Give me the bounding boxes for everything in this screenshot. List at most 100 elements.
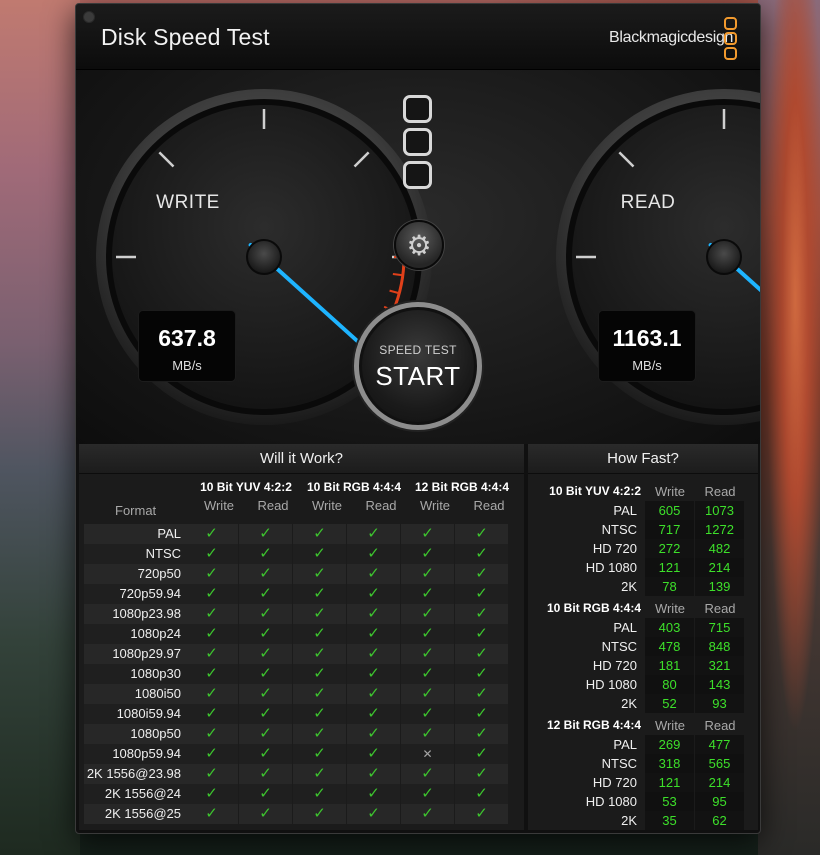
start-button[interactable]: SPEED TEST START: [354, 302, 482, 430]
check-icon: ✓: [401, 524, 454, 544]
check-icon: ✓: [293, 764, 346, 784]
start-button-label: START: [375, 361, 461, 391]
check-icon: ✓: [455, 744, 508, 764]
table-row: 1080i50 ✓ ✓ ✓ ✓ ✓ ✓: [84, 684, 513, 704]
write-fps: 121: [645, 558, 694, 577]
section-title: 10 Bit RGB 4:4:4: [546, 601, 641, 615]
check-icon: ✓: [401, 684, 454, 704]
read-fps: 214: [695, 773, 744, 792]
table-row: HD 720 181 321: [528, 656, 758, 675]
write-fps: 478: [645, 637, 694, 656]
check-icon: ✓: [293, 564, 346, 584]
check-icon: ✓: [347, 744, 400, 764]
check-icon: ✓: [293, 804, 346, 824]
table-row: 720p59.94 ✓ ✓ ✓ ✓ ✓ ✓: [84, 584, 513, 604]
check-icon: ✓: [185, 624, 238, 644]
app-window: Disk Speed Test Blackmagicdesign WRITE R…: [75, 3, 761, 834]
check-icon: ✓: [401, 644, 454, 664]
check-icon: ✓: [455, 544, 508, 564]
check-icon: ✓: [455, 804, 508, 824]
read-value: 1163.1: [612, 325, 682, 351]
check-icon: ✓: [239, 724, 292, 744]
check-icon: ✓: [401, 604, 454, 624]
read-hub: [706, 239, 742, 275]
check-icon: ✓: [185, 664, 238, 684]
check-icon: ✓: [455, 664, 508, 684]
format-label: 1080p50: [84, 724, 185, 744]
write-fps: 717: [645, 520, 694, 539]
write-gauge-label: WRITE: [156, 192, 220, 213]
desktop-wallpaper-left: [0, 0, 80, 855]
table-row: HD 720 272 482: [528, 539, 758, 558]
format-label: HD 1080: [585, 560, 637, 575]
format-label: 720p59.94: [84, 584, 185, 604]
check-icon: ✓: [347, 684, 400, 704]
check-icon: ✓: [293, 724, 346, 744]
table-row: 1080p30 ✓ ✓ ✓ ✓ ✓ ✓: [84, 664, 513, 684]
check-icon: ✓: [401, 544, 454, 564]
table-row: HD 1080 53 95: [528, 792, 758, 811]
check-icon: ✓: [347, 624, 400, 644]
read-fps: 143: [695, 675, 744, 694]
check-icon: ✓: [347, 564, 400, 584]
check-icon: ✓: [401, 624, 454, 644]
table-row: 1080p29.97 ✓ ✓ ✓ ✓ ✓ ✓: [84, 644, 513, 664]
check-icon: ✓: [455, 604, 508, 624]
format-label: 2K 1556@25: [84, 804, 185, 824]
section-header: 12 Bit RGB 4:4:4 Write Read: [414, 480, 510, 513]
check-icon: ✓: [185, 584, 238, 604]
check-icon: ✓: [239, 544, 292, 564]
read-column-header: Read: [704, 601, 736, 616]
format-label: NTSC: [601, 756, 637, 771]
format-label: NTSC: [84, 544, 185, 564]
drive-stack-icon: [403, 95, 433, 194]
check-icon: ✓: [185, 644, 238, 664]
write-column-header: Write: [654, 601, 686, 616]
check-icon: ✓: [185, 744, 238, 764]
read-fps: 1073: [695, 501, 744, 520]
read-fps: 321: [695, 656, 744, 675]
check-icon: ✓: [347, 544, 400, 564]
write-fps: 318: [645, 754, 694, 773]
format-label: PAL: [613, 620, 637, 635]
format-label: 2K: [621, 696, 637, 711]
start-button-caption: SPEED TEST: [379, 343, 457, 357]
check-icon: ✓: [347, 524, 400, 544]
check-icon: ✓: [239, 764, 292, 784]
write-fps: 605: [645, 501, 694, 520]
check-icon: ✓: [347, 664, 400, 684]
write-fps: 269: [645, 735, 694, 754]
check-icon: ✓: [455, 684, 508, 704]
check-icon: ✓: [347, 784, 400, 804]
check-icon: ✓: [347, 704, 400, 724]
format-label: HD 1080: [585, 794, 637, 809]
format-label: 720p50: [84, 564, 185, 584]
check-icon: ✓: [185, 704, 238, 724]
table-row: 2K 52 93: [528, 694, 758, 713]
read-column-header: Read: [704, 718, 736, 733]
format-label: PAL: [613, 737, 637, 752]
format-label: 2K 1556@23.98: [84, 764, 185, 784]
check-icon: ✓: [239, 784, 292, 804]
table-row: 1080p59.94 ✓ ✓ ✓ ✓ ✕ ✓: [84, 744, 513, 764]
check-icon: ✓: [401, 584, 454, 604]
check-icon: ✓: [239, 524, 292, 544]
read-fps: 1272: [695, 520, 744, 539]
read-gauge-label: READ: [620, 192, 676, 213]
check-icon: ✓: [185, 684, 238, 704]
section-title: 10 Bit YUV 4:2:2: [549, 484, 641, 498]
settings-button[interactable]: ⚙: [394, 220, 444, 270]
check-icon: ✓: [239, 684, 292, 704]
table-row: PAL 403 715: [528, 618, 758, 637]
check-icon: ✓: [185, 764, 238, 784]
check-icon: ✓: [401, 564, 454, 584]
check-icon: ✓: [455, 624, 508, 644]
format-label: 2K 1556@24: [84, 784, 185, 804]
write-unit: MB/s: [172, 358, 202, 373]
read-fps: 95: [695, 792, 744, 811]
format-label: 2K: [621, 813, 637, 828]
write-column-header: Write: [654, 484, 686, 499]
read-fps: 477: [695, 735, 744, 754]
table-row: 2K 1556@24 ✓ ✓ ✓ ✓ ✓ ✓: [84, 784, 513, 804]
read-column-header: Read: [704, 484, 736, 499]
